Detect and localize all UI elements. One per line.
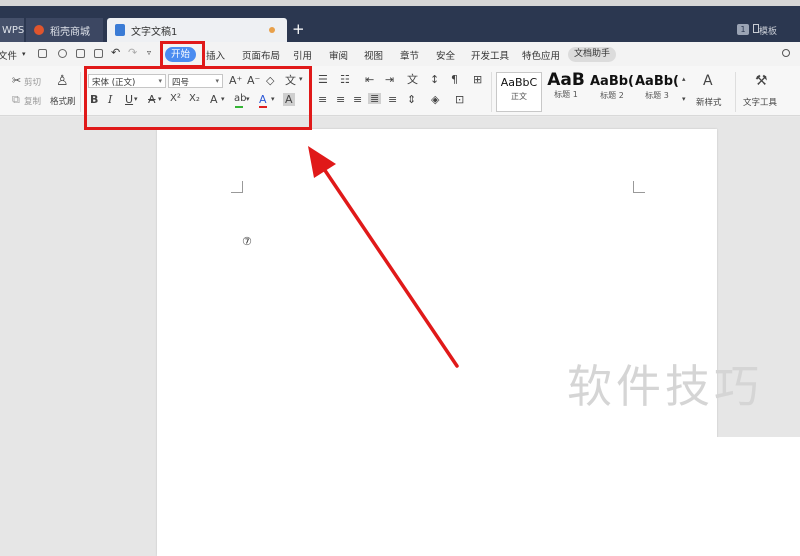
cut-button[interactable]: 剪切: [24, 76, 41, 88]
tab-store[interactable]: 稻壳商城: [26, 18, 104, 42]
menu-insert[interactable]: 插入: [206, 48, 225, 62]
style-heading-1[interactable]: AaB 标题 1: [543, 72, 589, 112]
shading-icon[interactable]: ◈: [431, 94, 439, 105]
style-heading-3-label: 标题 3: [645, 91, 669, 100]
document-page[interactable]: ⑦: [157, 129, 717, 556]
align-center-icon[interactable]: ≡: [336, 94, 345, 105]
line-spacing-icon[interactable]: ⇕: [407, 94, 416, 105]
watermark-text: 软件技巧: [567, 360, 764, 413]
window-top-edge: [0, 0, 800, 6]
ribbon-separator: [735, 72, 736, 112]
show-marks-icon[interactable]: ¶: [451, 74, 458, 85]
save-icon[interactable]: [38, 49, 47, 58]
tab-wps-label: WPS: [2, 24, 25, 36]
distributed-align-icon[interactable]: ≡: [388, 94, 397, 105]
bullet-list-icon[interactable]: ☰: [318, 74, 328, 85]
style-heading-3-sample: AaBb(: [635, 74, 679, 89]
styles-scroll-up-icon[interactable]: ▴: [682, 76, 686, 83]
annotation-box-font-group: [84, 66, 312, 130]
print-preview-icon[interactable]: [94, 49, 103, 58]
document-text[interactable]: ⑦: [242, 235, 252, 248]
document-icon: [115, 24, 125, 36]
search-icon[interactable]: [782, 49, 790, 57]
text-tools-button[interactable]: 文字工具: [743, 96, 777, 108]
document-canvas: ⑦: [0, 117, 800, 556]
style-heading-1-label: 标题 1: [554, 90, 578, 99]
margin-corner-top-left: [231, 181, 243, 193]
new-tab-button[interactable]: +: [292, 20, 305, 38]
tab-document[interactable]: 文字文稿1: [107, 18, 287, 42]
tab-store-label: 稻壳商城: [50, 26, 90, 38]
quick-access-dropdown-icon[interactable]: ▿: [147, 48, 151, 57]
decrease-indent-icon[interactable]: ⇤: [365, 74, 374, 85]
style-heading-1-sample: AaB: [547, 70, 585, 90]
menu-view[interactable]: 视图: [364, 48, 383, 62]
template-label[interactable]: 模板: [759, 24, 777, 37]
watermark-background: [717, 437, 800, 556]
menu-special-apps[interactable]: 特色应用: [522, 48, 560, 62]
menu-chapter[interactable]: 章节: [400, 48, 419, 62]
menu-doc-assistant[interactable]: 文档助手: [568, 47, 616, 62]
tab-document-label: 文字文稿1: [131, 26, 178, 38]
align-justify-icon[interactable]: ≣: [368, 93, 382, 104]
menu-file[interactable]: 文件: [0, 48, 17, 62]
style-heading-2[interactable]: AaBb( 标题 2: [589, 72, 635, 112]
align-left-icon[interactable]: ≡: [318, 94, 327, 105]
wrench-icon[interactable]: ⚒: [755, 74, 768, 88]
annotation-box-home-tab: [160, 41, 205, 68]
tab-wps-home[interactable]: WPS: [0, 18, 24, 42]
style-normal[interactable]: AaBbC 正文: [496, 72, 542, 112]
menu-bar: 文件 ▾ ↶ ↷ ▿ 开始 插入 页面布局 引用 审阅 视图 章节 安全 开发工…: [0, 42, 800, 66]
scissors-icon[interactable]: ✂: [12, 75, 21, 86]
flame-icon: [34, 25, 44, 35]
format-painter-button[interactable]: 格式刷: [50, 95, 76, 107]
style-heading-2-sample: AaBb(: [590, 74, 634, 89]
table-border-icon[interactable]: ⊞: [473, 74, 482, 85]
style-normal-label: 正文: [511, 92, 527, 101]
margin-corner-top-right: [633, 181, 645, 193]
file-dropdown-icon[interactable]: ▾: [22, 50, 26, 58]
menu-references[interactable]: 引用: [293, 48, 312, 62]
sort-icon[interactable]: ↕: [430, 74, 439, 85]
style-heading-3[interactable]: AaBb( 标题 3: [634, 72, 680, 112]
menu-review[interactable]: 审阅: [329, 48, 348, 62]
copy-button[interactable]: 复制: [24, 95, 41, 107]
title-tab-bar: WPS 稻壳商城 文字文稿1 + 1 模板: [0, 0, 800, 42]
styles-more-icon[interactable]: ▾: [682, 96, 686, 103]
print-icon[interactable]: [76, 49, 85, 58]
menu-page-layout[interactable]: 页面布局: [242, 48, 280, 62]
menu-security[interactable]: 安全: [436, 48, 455, 62]
copy-icon[interactable]: ⧉: [12, 94, 20, 105]
ribbon-separator: [80, 72, 81, 112]
new-style-button[interactable]: 新样式: [696, 96, 722, 108]
workspace-badge[interactable]: 1: [737, 24, 749, 35]
new-style-icon[interactable]: A: [703, 74, 713, 88]
ribbon-separator: [491, 72, 492, 112]
export-pdf-icon[interactable]: [58, 49, 67, 58]
redo-icon[interactable]: ↷: [128, 46, 137, 59]
undo-icon[interactable]: ↶: [111, 46, 120, 59]
numbered-list-icon[interactable]: ☷: [340, 74, 350, 85]
format-painter-icon[interactable]: ♙: [56, 74, 69, 88]
unsaved-dot-icon: [269, 27, 275, 33]
style-heading-2-label: 标题 2: [600, 91, 624, 100]
chinese-layout-icon[interactable]: 文: [407, 74, 418, 85]
increase-indent-icon[interactable]: ⇥: [385, 74, 394, 85]
style-normal-sample: AaBbC: [500, 76, 538, 89]
borders-icon[interactable]: ⊡: [455, 94, 464, 105]
align-right-icon[interactable]: ≡: [353, 94, 362, 105]
menu-developer[interactable]: 开发工具: [471, 48, 509, 62]
